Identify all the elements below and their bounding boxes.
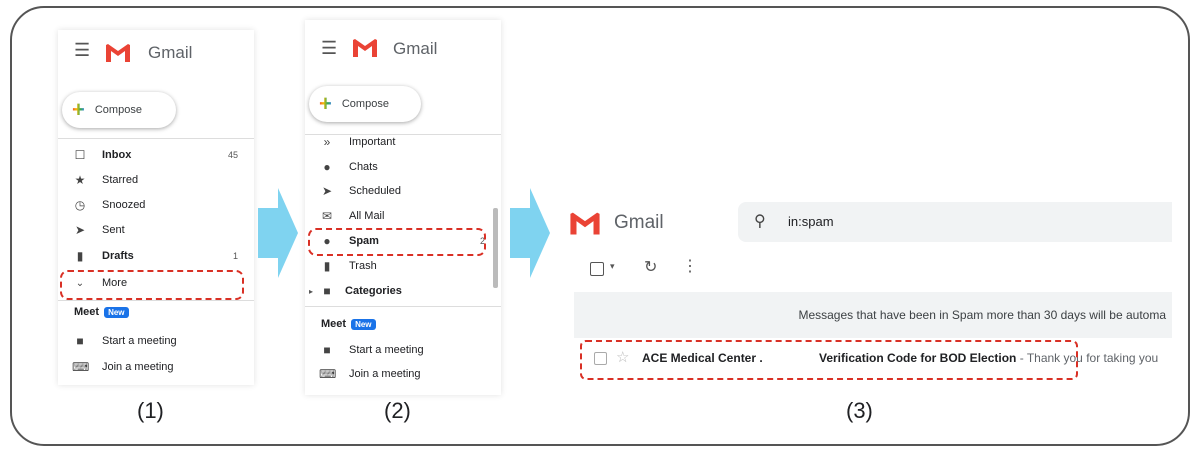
search-icon: ⚲ [754, 213, 766, 230]
sidebar-item-categories[interactable]: ▸ ■ Categories [309, 282, 485, 300]
email-highlight [580, 340, 1078, 380]
scheduled-icon: ➤ [321, 184, 333, 198]
refresh-icon[interactable]: ↻ [644, 257, 657, 277]
spam-notice-bar: Messages that have been in Spam more tha… [574, 292, 1172, 338]
more-options-icon[interactable]: ⋮ [682, 256, 698, 276]
nav-count: 45 [227, 150, 238, 160]
caret-down-icon[interactable]: ▾ [610, 261, 615, 272]
start-meeting-item[interactable]: ■ Start a meeting [72, 332, 238, 350]
sidebar-item-all-mail[interactable]: ✉ All Mail [319, 207, 485, 225]
caption-2: (2) [384, 398, 411, 423]
nav-label: Chats [349, 161, 378, 173]
start-meeting-item[interactable]: ■ Start a meeting [319, 341, 485, 359]
join-meeting-item[interactable]: ⌨ Join a meeting [319, 365, 485, 383]
keyboard-icon: ⌨ [72, 360, 90, 374]
gmail-title: Gmail [614, 212, 664, 233]
gmail-sidebar-panel-1: ☰ Gmail + Compose ☐ Inbox 45 ★ Starred ◷… [58, 30, 254, 385]
gmail-logo-icon [570, 212, 600, 235]
nav-label: All Mail [349, 210, 385, 222]
nav-label: Important [349, 136, 396, 148]
important-icon: » [323, 135, 331, 149]
compose-button[interactable]: + Compose [62, 92, 176, 128]
search-bar[interactable]: ⚲ in:spam [738, 202, 1172, 242]
chat-icon: ● [323, 160, 331, 174]
nav-label: Join a meeting [102, 361, 174, 373]
meet-header: Meet New [74, 306, 129, 318]
mail-icon: ✉ [321, 209, 333, 223]
new-badge: New [351, 318, 376, 330]
caption-1: (1) [137, 398, 164, 423]
more-highlight [60, 270, 244, 300]
sidebar-item-scheduled[interactable]: ➤ Scheduled [319, 182, 485, 200]
meet-header: Meet New [321, 318, 376, 330]
keyboard-icon: ⌨ [319, 367, 337, 381]
nav-label: Drafts [102, 250, 134, 262]
sidebar-item-chats[interactable]: ● Chats [319, 158, 485, 176]
menu-icon[interactable]: ☰ [321, 38, 337, 59]
sidebar-item-drafts[interactable]: ▮ Drafts 1 [72, 247, 238, 265]
nav-label: Categories [345, 285, 402, 297]
meet-label: Meet [74, 306, 100, 318]
compose-label: Compose [341, 98, 389, 110]
gmail-title: Gmail [393, 39, 438, 58]
sidebar-item-starred[interactable]: ★ Starred [72, 171, 238, 189]
plus-icon: + [319, 91, 332, 116]
nav-label: Join a meeting [349, 368, 421, 380]
sidebar-item-sent[interactable]: ➤ Sent [72, 221, 238, 239]
arrow-right-icon [258, 188, 298, 278]
nav-count: 1 [232, 251, 238, 261]
clock-icon: ◷ [74, 198, 86, 212]
draft-icon: ▮ [76, 249, 84, 263]
expand-arrow-icon: ▸ [309, 286, 314, 296]
star-icon: ★ [74, 173, 86, 187]
video-icon: ■ [323, 343, 331, 357]
search-input[interactable]: in:spam [788, 214, 834, 229]
inbox-icon: ☐ [74, 148, 86, 162]
new-badge: New [104, 306, 129, 318]
spam-notice-text: Messages that have been in Spam more tha… [798, 308, 1166, 322]
gmail-sidebar-panel-2: ☰ Gmail + Compose » Important ● Chats ➤ … [305, 20, 501, 395]
nav-label: Trash [349, 260, 377, 272]
arrow-right-icon [510, 188, 550, 278]
nav-label: Start a meeting [102, 335, 177, 347]
meet-label: Meet [321, 318, 347, 330]
nav-label: Starred [102, 174, 139, 186]
nav-label: Scheduled [349, 185, 401, 197]
select-all-checkbox[interactable] [590, 262, 604, 276]
caption-3: (3) [846, 398, 873, 423]
gmail-title: Gmail [148, 43, 193, 62]
nav-label: Start a meeting [349, 344, 424, 356]
compose-button[interactable]: + Compose [309, 86, 421, 122]
nav-label: Snoozed [102, 199, 146, 211]
sidebar-item-important[interactable]: » Important [319, 134, 485, 150]
sidebar-item-inbox[interactable]: ☐ Inbox 45 [72, 146, 238, 164]
spam-highlight [308, 228, 486, 256]
label-icon: ■ [323, 284, 331, 298]
scrollbar[interactable] [493, 208, 498, 288]
sidebar-item-snoozed[interactable]: ◷ Snoozed [72, 196, 238, 214]
gmail-logo-icon [106, 44, 130, 62]
video-icon: ■ [76, 334, 84, 348]
compose-label: Compose [94, 104, 142, 116]
trash-icon: ▮ [323, 259, 331, 273]
nav-label: Inbox [102, 149, 132, 161]
menu-icon[interactable]: ☰ [74, 40, 90, 61]
gmail-logo-icon [353, 39, 377, 57]
nav-label: Sent [102, 224, 125, 236]
join-meeting-item[interactable]: ⌨ Join a meeting [72, 358, 238, 376]
plus-icon: + [72, 97, 85, 122]
send-icon: ➤ [74, 223, 86, 237]
sidebar-item-trash[interactable]: ▮ Trash [319, 257, 485, 275]
